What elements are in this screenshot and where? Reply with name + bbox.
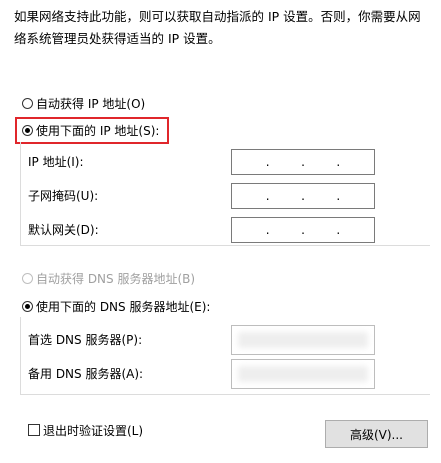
auto-ip-radio-icon[interactable] bbox=[22, 97, 33, 109]
alternate-dns-label: 备用 DNS 服务器(A): bbox=[28, 367, 144, 381]
mask-dot-2: . bbox=[301, 189, 305, 203]
auto-dns-label: 自动获得 DNS 服务器地址(B) bbox=[36, 271, 196, 286]
validate-on-exit-label: 退出时验证设置(L) bbox=[43, 423, 144, 438]
preferred-dns-redacted-value bbox=[238, 332, 368, 348]
manual-dns-label: 使用下面的 DNS 服务器地址(E): bbox=[36, 299, 211, 314]
auto-ip-label: 自动获得 IP 地址(O) bbox=[36, 96, 146, 111]
default-gateway-input[interactable]: . . . bbox=[231, 217, 375, 243]
auto-dns-radio-icon bbox=[22, 272, 33, 284]
gateway-dot-1: . bbox=[265, 223, 270, 237]
ip-dot-1: . bbox=[265, 155, 270, 169]
ip-dot-3: . bbox=[336, 155, 341, 169]
subnet-mask-input[interactable]: . . . bbox=[231, 183, 375, 209]
auto-dns-radio-option: 自动获得 DNS 服务器地址(B) bbox=[22, 268, 195, 288]
default-gateway-label: 默认网关(D): bbox=[28, 223, 99, 237]
manual-ip-radio-option[interactable]: 使用下面的 IP 地址(S): bbox=[22, 120, 159, 140]
validate-on-exit-option[interactable]: 退出时验证设置(L) bbox=[28, 421, 143, 439]
description-text: 如果网络支持此功能，则可以获取自动指派的 IP 设置。否则，你需要从网络系统管理… bbox=[14, 9, 421, 46]
ip-dot-2: . bbox=[301, 155, 305, 169]
alternate-dns-redacted-value bbox=[238, 366, 368, 382]
mask-dot-1: . bbox=[265, 189, 270, 203]
alternate-dns-input[interactable] bbox=[231, 359, 375, 389]
ipv4-properties-general-panel: 如果网络支持此功能，则可以获取自动指派的 IP 设置。否则，你需要从网络系统管理… bbox=[0, 0, 441, 463]
preferred-dns-input[interactable] bbox=[231, 325, 375, 355]
ip-address-input[interactable]: . . . bbox=[231, 149, 375, 175]
preferred-dns-label: 首选 DNS 服务器(P): bbox=[28, 333, 143, 347]
validate-on-exit-checkbox[interactable] bbox=[28, 424, 40, 436]
advanced-button[interactable]: 高级(V)... bbox=[325, 420, 428, 448]
gateway-dot-3: . bbox=[336, 223, 341, 237]
manual-dns-radio-option[interactable]: 使用下面的 DNS 服务器地址(E): bbox=[22, 296, 210, 316]
ip-address-label: IP 地址(I): bbox=[28, 155, 84, 169]
manual-ip-radio-icon[interactable] bbox=[22, 124, 33, 136]
manual-ip-label: 使用下面的 IP 地址(S): bbox=[36, 123, 160, 138]
manual-dns-radio-icon[interactable] bbox=[22, 300, 33, 312]
gateway-dot-2: . bbox=[301, 223, 305, 237]
auto-ip-radio-option[interactable]: 自动获得 IP 地址(O) bbox=[22, 93, 145, 113]
mask-dot-3: . bbox=[336, 189, 341, 203]
subnet-mask-label: 子网掩码(U): bbox=[28, 189, 99, 203]
